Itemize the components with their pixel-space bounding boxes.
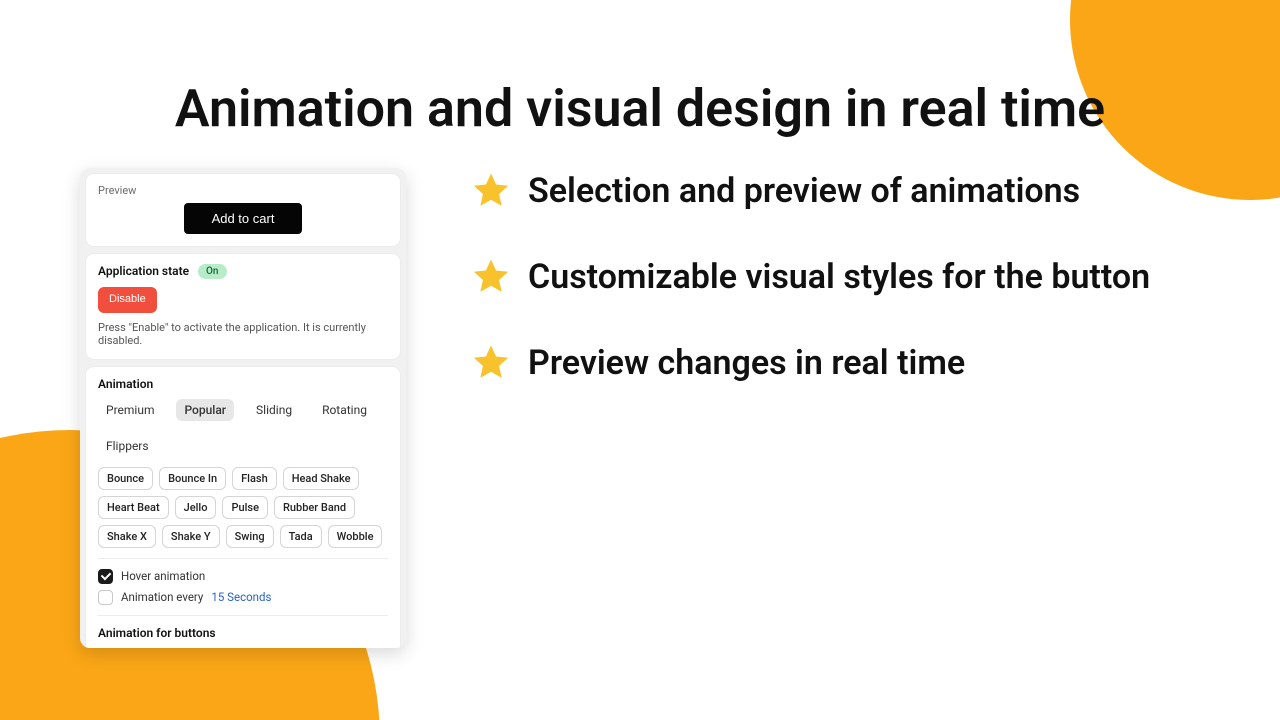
tab-rotating[interactable]: Rotating [314,399,375,421]
animation-for-buttons-title: Animation for buttons [98,626,388,640]
animation-option[interactable]: Tada [280,525,322,548]
add-to-cart-button[interactable]: Add to cart [184,203,303,234]
bullet-text: Selection and preview of animations [528,171,1080,211]
preview-card: Preview Add to cart [86,174,400,246]
animation-options: Bounce Bounce In Flash Head Shake Heart Beat… [98,467,388,548]
animation-title: Animation [98,377,388,391]
animation-option[interactable]: Shake Y [162,525,220,548]
hover-animation-row: Hover animation [98,569,388,584]
bullet-text: Customizable visual styles for the butto… [528,257,1150,297]
preview-label: Preview [98,184,388,197]
divider [98,615,388,616]
animation-interval-value[interactable]: 15 Seconds [211,590,271,604]
animation-option[interactable]: Pulse [222,496,268,519]
appstate-badge: On [198,264,226,279]
animation-option[interactable]: Rubber Band [274,496,355,519]
page-title: Animation and visual design in real time [0,78,1280,139]
animation-option[interactable]: Head Shake [283,467,360,490]
feature-bullets: Selection and preview of animations Cust… [470,170,1150,428]
animation-option[interactable]: Shake X [98,525,156,548]
animation-option[interactable]: Bounce In [159,467,226,490]
animation-interval-row: Animation every 15 Seconds [98,590,388,605]
settings-panel: Preview Add to cart Application state On… [80,168,406,648]
animation-option[interactable]: Heart Beat [98,496,169,519]
appstate-title-text: Application state [98,264,189,278]
animation-option[interactable]: Bounce [98,467,153,490]
bullet-item: Selection and preview of animations [470,170,1150,212]
tab-popular[interactable]: Popular [176,399,234,421]
animation-tabs: Premium Popular Sliding Rotating Flippers [98,399,388,457]
divider [98,558,388,559]
bullet-text: Preview changes in real time [528,343,965,383]
appstate-description: Press "Enable" to activate the applicati… [98,321,388,347]
animation-option[interactable]: Flash [232,467,277,490]
star-icon [470,342,512,384]
bullet-item: Customizable visual styles for the butto… [470,256,1150,298]
star-icon [470,256,512,298]
animation-card: Animation Premium Popular Sliding Rotating F… [86,367,400,648]
appstate-title: Application state On [98,264,388,279]
tab-sliding[interactable]: Sliding [248,399,300,421]
bullet-item: Preview changes in real time [470,342,1150,384]
tab-premium[interactable]: Premium [98,399,162,421]
appstate-card: Application state On Disable Press "Enab… [86,254,400,359]
animation-interval-label: Animation every [121,590,203,604]
animation-interval-checkbox[interactable] [98,590,113,605]
hover-animation-label: Hover animation [121,569,205,583]
animation-option[interactable]: Wobble [328,525,383,548]
tab-flippers[interactable]: Flippers [98,435,157,457]
animation-option[interactable]: Swing [226,525,274,548]
animation-option[interactable]: Jello [175,496,217,519]
disable-button[interactable]: Disable [98,287,157,312]
star-icon [470,170,512,212]
hover-animation-checkbox[interactable] [98,569,113,584]
